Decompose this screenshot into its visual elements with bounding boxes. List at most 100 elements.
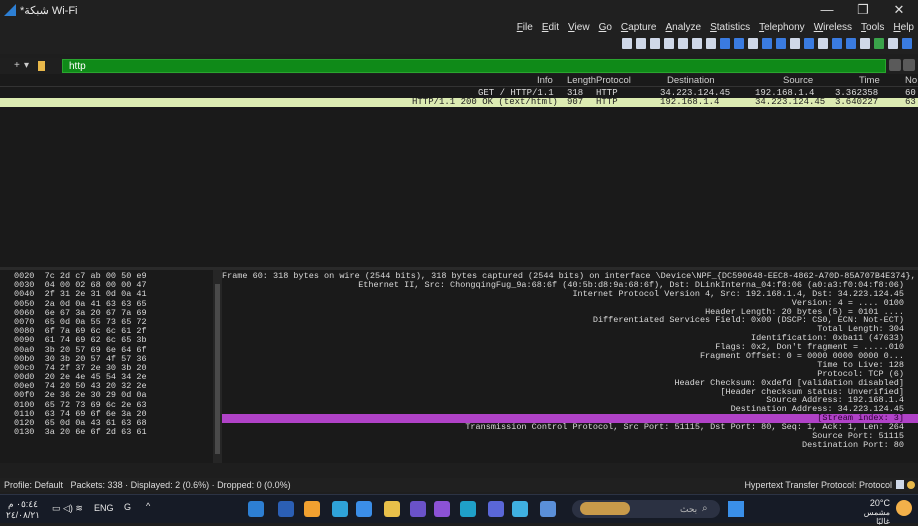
menu-telephony[interactable]: Telephony <box>759 22 805 33</box>
column-info[interactable]: Info <box>537 75 553 86</box>
column-length[interactable]: Length <box>567 75 596 86</box>
save-file-icon[interactable] <box>832 38 842 49</box>
ime-icon[interactable]: G <box>124 502 131 512</box>
maximize-button[interactable]: ❐ <box>854 2 872 18</box>
close-file-icon[interactable] <box>818 38 828 49</box>
expert-info-icon[interactable] <box>907 481 915 489</box>
go-forward-icon[interactable] <box>762 38 772 49</box>
detail-tree-item[interactable]: Time to Live: 128 <box>222 361 918 370</box>
packet-list: Info Length Protocol Destination Source … <box>0 74 918 267</box>
menu-edit[interactable]: Edit <box>542 22 559 33</box>
chevron-down-icon[interactable]: ▾ <box>24 60 29 71</box>
detail-tree-item[interactable]: Differentiated Services Field: 0x00 (DSC… <box>222 316 918 325</box>
clock[interactable]: ٠٥:٤٤ م ٢٤/٠٨/٢١ <box>6 499 40 521</box>
menu-tools[interactable]: Tools <box>861 22 884 33</box>
zoom-reset-icon[interactable] <box>650 38 660 49</box>
window-title: *شبكة Wi-Fi <box>20 5 78 17</box>
word-taskbar-icon[interactable] <box>278 501 294 517</box>
restart-capture-icon[interactable] <box>874 38 884 49</box>
teams-taskbar-icon[interactable] <box>488 501 504 517</box>
status-protocol: Hypertext Transfer Protocol: Protocol <box>744 480 892 490</box>
wireshark-taskbar-icon[interactable] <box>248 501 264 517</box>
cell-destination: 192.168.1.4 <box>660 97 720 107</box>
colorize-icon[interactable] <box>692 38 702 49</box>
cell-no: 63 <box>905 97 916 107</box>
weather-sun-icon <box>896 500 912 516</box>
close-button[interactable]: ✕ <box>890 2 908 18</box>
stop-capture-icon[interactable] <box>888 38 898 49</box>
title-bar: *شبكة Wi-Fi — ❐ ✕ <box>0 0 918 22</box>
find-packet-icon[interactable] <box>790 38 800 49</box>
column-destination[interactable]: Destination <box>667 75 715 86</box>
hex-line[interactable]: 0130 3a 20 6e 6f 2d 63 61 <box>0 427 222 437</box>
cell-protocol: HTTP <box>596 97 618 107</box>
menu-view[interactable]: View <box>568 22 590 33</box>
menu-go[interactable]: Go <box>599 22 612 33</box>
cell-time: 3.640227 <box>835 97 879 107</box>
taskbar-search[interactable]: بحث ⌕ <box>572 500 720 518</box>
menu-analyze[interactable]: Analyze <box>666 22 702 33</box>
go-to-packet-icon[interactable] <box>748 38 758 49</box>
go-last-icon[interactable] <box>720 38 730 49</box>
menu-statistics[interactable]: Statistics <box>710 22 750 33</box>
layout-icon[interactable] <box>622 38 632 49</box>
column-source[interactable]: Source <box>783 75 813 86</box>
paint-taskbar-icon[interactable] <box>304 501 320 517</box>
menu-capture[interactable]: Capture <box>621 22 657 33</box>
language-indicator[interactable]: ENG <box>94 503 114 513</box>
packet-details-pane: Frame 60: 318 bytes on wire (2544 bits),… <box>222 270 918 463</box>
windows-taskbar: ٠٥:٤٤ م ٢٤/٠٨/٢١ ▭ ◁) ≋ ENG G ^ بحث ⌕ 20… <box>0 494 918 526</box>
display-filter-bar: + ▾ http <box>0 58 918 74</box>
resize-columns-icon[interactable] <box>636 38 646 49</box>
add-filter-button[interactable]: + <box>14 60 20 71</box>
options-icon[interactable] <box>860 38 870 49</box>
vs-taskbar-icon[interactable] <box>434 501 450 517</box>
chrome-taskbar-icon[interactable] <box>356 501 372 517</box>
packet-bytes-pane: 0020 7c 2d c7 ab 00 50 e9 0030 04 00 02 6… <box>0 270 222 463</box>
main-toolbar <box>0 36 918 54</box>
apply-filter-icon[interactable] <box>903 59 915 71</box>
column-protocol[interactable]: Protocol <box>596 75 631 86</box>
edge-taskbar-icon[interactable] <box>460 501 476 517</box>
wireshark-logo-icon <box>4 4 16 16</box>
detail-tree-item[interactable]: Fragment Offset: 0 = 0000 0000 0000 0... <box>222 352 918 361</box>
go-first-icon[interactable] <box>734 38 744 49</box>
autoscroll-icon[interactable] <box>706 38 716 49</box>
clear-filter-icon[interactable] <box>889 59 901 71</box>
minimize-button[interactable]: — <box>818 2 836 17</box>
bytes-scrollbar[interactable] <box>213 270 222 463</box>
store-taskbar-icon[interactable] <box>410 501 426 517</box>
column-time[interactable]: Time <box>859 75 880 86</box>
cell-source: 34.223.124.45 <box>755 97 826 107</box>
go-back-icon[interactable] <box>776 38 786 49</box>
column-no[interactable]: No. <box>905 75 918 86</box>
status-packets: Packets: 338 · Displayed: 2 (0.6%) · Dro… <box>70 480 291 490</box>
reload-icon[interactable] <box>804 38 814 49</box>
photos-taskbar-icon[interactable] <box>512 501 528 517</box>
explorer-taskbar-icon[interactable] <box>540 501 556 517</box>
open-file-icon[interactable] <box>846 38 856 49</box>
app-taskbar-icon[interactable] <box>332 501 348 517</box>
start-capture-icon[interactable] <box>902 38 912 49</box>
files-taskbar-icon[interactable] <box>384 501 400 517</box>
zoom-in-icon[interactable] <box>678 38 688 49</box>
search-placeholder: بحث <box>680 504 698 514</box>
menu-file[interactable]: File <box>517 22 533 33</box>
detail-tree-item[interactable]: Destination Port: 80 <box>222 441 918 450</box>
filter-bookmark-icon[interactable] <box>38 61 45 71</box>
status-bar: Profile: Default Packets: 338 · Displaye… <box>0 478 918 492</box>
tray-icons[interactable]: ▭ ◁) ≋ <box>52 503 83 514</box>
display-filter-input[interactable]: http <box>62 59 886 73</box>
start-windows-icon[interactable] <box>728 501 744 517</box>
status-profile: Profile: Default Packets: 338 · Displaye… <box>4 480 291 490</box>
packet-row[interactable]: HTTP/1.1 200 OK (text/html) 907 HTTP 192.16… <box>0 98 918 107</box>
cell-length: 907 <box>567 97 584 107</box>
chevron-up-icon[interactable]: ^ <box>146 501 150 511</box>
zoom-out-icon[interactable] <box>664 38 674 49</box>
detail-tree-item[interactable]: Destination Address: 34.223.124.45 <box>222 405 918 414</box>
menu-bar: Help Tools Wireless Telephony Statistics Anal… <box>0 22 918 36</box>
edit-icon[interactable] <box>896 480 904 489</box>
menu-help[interactable]: Help <box>893 22 914 33</box>
cell-info: HTTP/1.1 200 OK (text/html) <box>412 97 558 107</box>
menu-wireless[interactable]: Wireless <box>814 22 852 33</box>
